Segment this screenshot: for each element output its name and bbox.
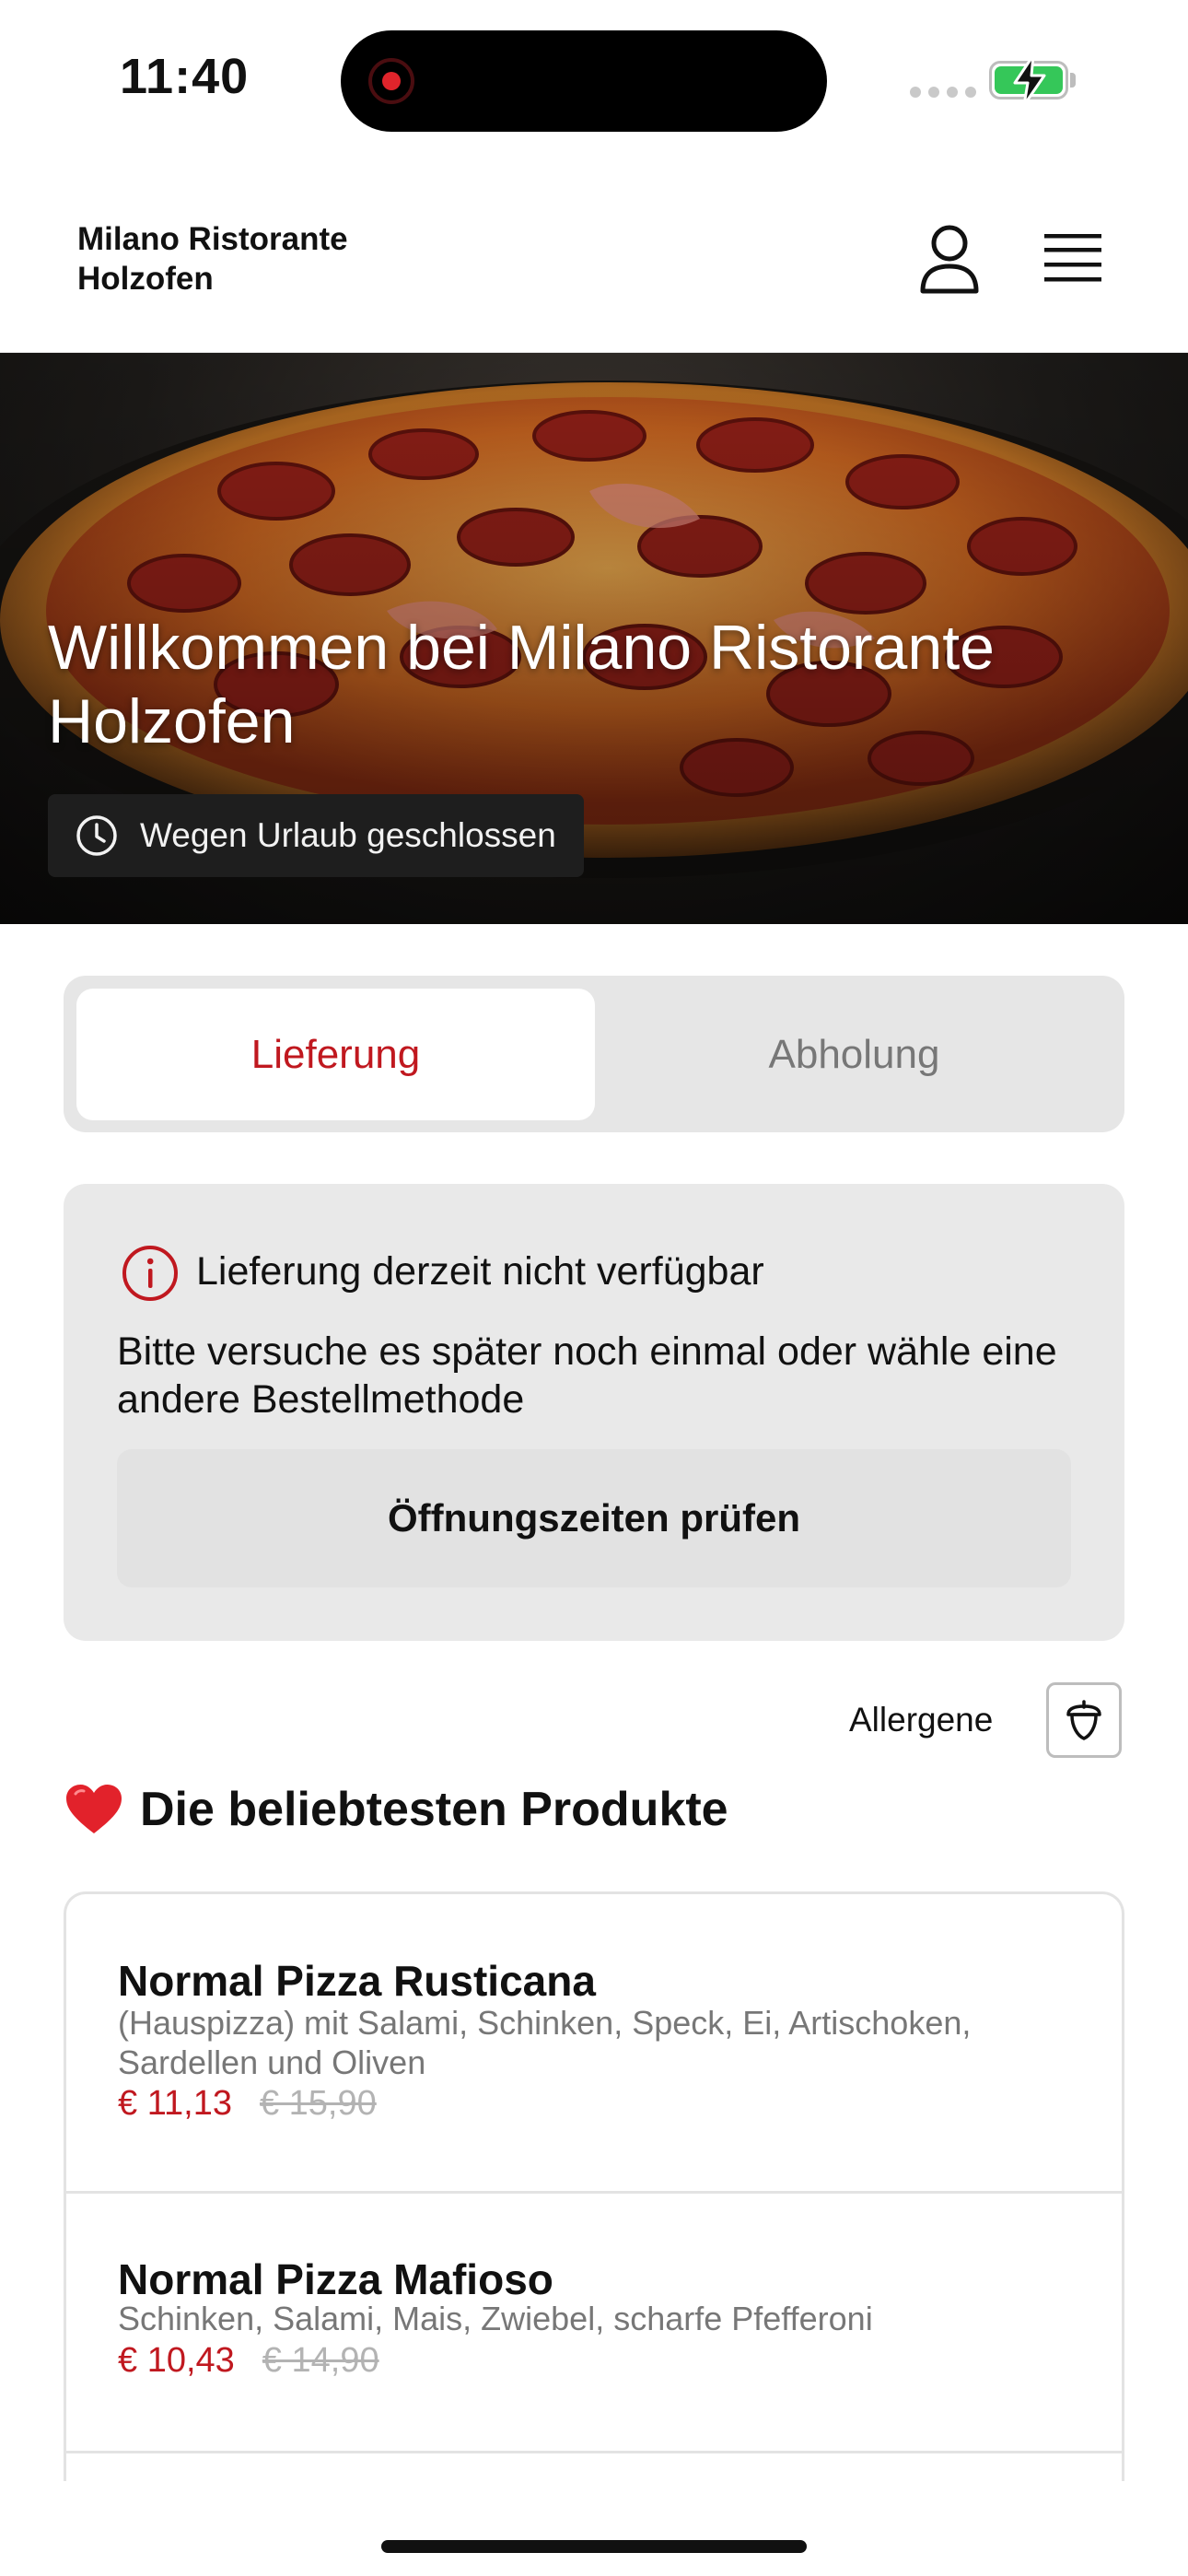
product-name: Normal Pizza Rusticana: [118, 1957, 596, 2005]
closed-status-label: Wegen Urlaub geschlossen: [140, 816, 556, 854]
notice-text: Bitte versuche es später noch einmal ode…: [117, 1329, 1057, 1422]
clock-icon: [76, 815, 117, 856]
tab-pickup[interactable]: Abholung: [595, 989, 1113, 1120]
status-time: 11:40: [120, 49, 250, 104]
battery-tip: [1070, 73, 1076, 88]
product-card-partial[interactable]: [66, 2453, 1122, 2481]
check-opening-hours-button[interactable]: Öffnungszeiten prüfen: [117, 1449, 1071, 1587]
order-mode-toggle: Lieferung Abholung: [64, 976, 1124, 1132]
product-description: Schinken, Salami, Mais, Zwiebel, scharfe…: [118, 2300, 873, 2337]
restaurant-name-line1: Milano Ristorante: [77, 221, 348, 257]
closed-status-badge: Wegen Urlaub geschlossen: [48, 794, 584, 877]
heart-icon: [66, 1785, 122, 1833]
status-bar: 11:40: [0, 0, 1188, 166]
acorn-icon: [1066, 1700, 1101, 1740]
allergens-button[interactable]: [1046, 1682, 1122, 1758]
product-price: € 11,13: [118, 2084, 232, 2123]
signal-icon: [910, 87, 976, 98]
charging-bolt-icon: [1013, 53, 1046, 107]
product-card[interactable]: Normal Pizza Rusticana (Hauspizza) mit S…: [66, 1894, 1122, 2194]
product-name: Normal Pizza Mafioso: [118, 2255, 553, 2303]
popular-products-title: Die beliebtesten Produkte: [140, 1783, 728, 1836]
tab-delivery[interactable]: Lieferung: [76, 989, 595, 1120]
menu-icon[interactable]: [1042, 230, 1103, 286]
welcome-title: Willkommen bei Milano Ristorante Holzofe…: [48, 613, 995, 756]
info-icon: [122, 1246, 178, 1301]
restaurant-name[interactable]: Milano Ristorante Holzofen: [77, 219, 464, 299]
account-icon[interactable]: [917, 223, 982, 295]
hero-banner: Willkommen bei Milano Ristorante Holzofe…: [0, 353, 1188, 924]
restaurant-name-line2: Holzofen: [77, 261, 214, 297]
product-old-price: € 15,90: [259, 2084, 377, 2123]
popular-products-heading: Die beliebtesten Produkte: [64, 1782, 728, 1837]
notice-title: Lieferung derzeit nicht verfügbar: [196, 1249, 764, 1294]
product-price: € 10,43: [118, 2341, 235, 2380]
product-old-price: € 14,90: [262, 2341, 379, 2380]
dynamic-island: [341, 30, 827, 132]
product-description: (Hauspizza) mit Salami, Schinken, Speck,…: [118, 2004, 972, 2081]
app-header: Milano Ristorante Holzofen: [0, 166, 1188, 353]
allergens-label[interactable]: Allergene: [849, 1701, 993, 1739]
product-card[interactable]: Normal Pizza Mafioso Schinken, Salami, M…: [66, 2194, 1122, 2453]
app-screen: 11:40 Milano Ristorante Holzofen Willkom…: [0, 0, 1188, 2576]
product-list: Normal Pizza Rusticana (Hauspizza) mit S…: [64, 1891, 1124, 2481]
product-price-row: € 10,43 € 14,90: [118, 2341, 379, 2381]
home-indicator[interactable]: [381, 2540, 807, 2553]
delivery-unavailable-notice: Lieferung derzeit nicht verfügbar Bitte …: [64, 1184, 1124, 1641]
product-price-row: € 11,13 € 15,90: [118, 2084, 377, 2124]
recording-indicator-icon: [368, 58, 414, 104]
